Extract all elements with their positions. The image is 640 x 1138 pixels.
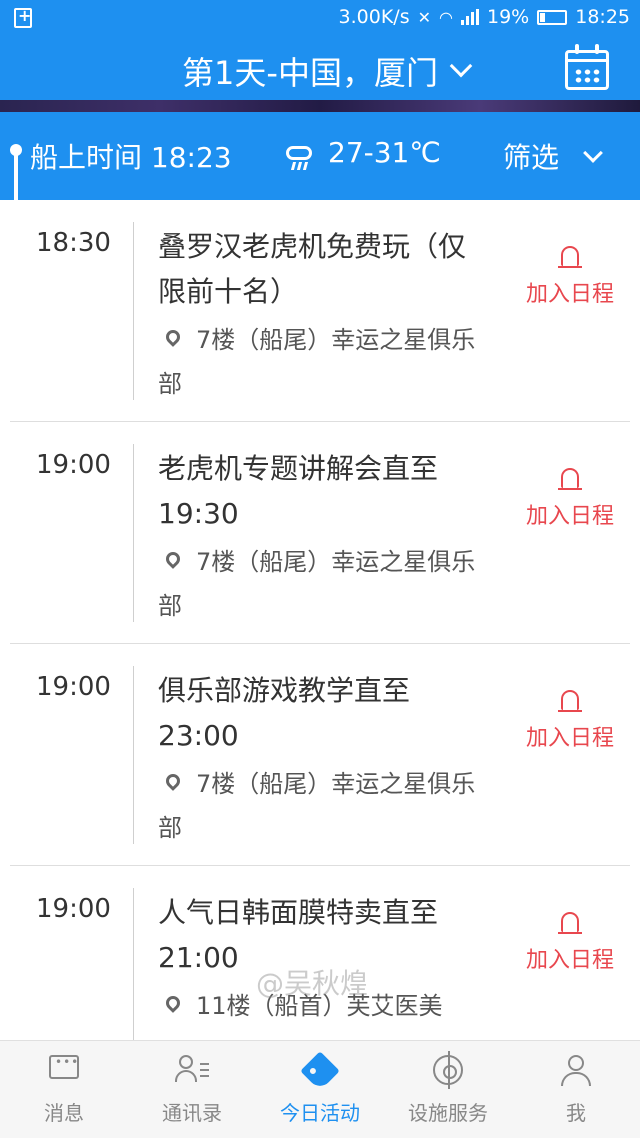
tab-contacts[interactable]: 通讯录 — [128, 1041, 256, 1138]
status-clock: 18:25 — [575, 6, 630, 28]
network-speed: 3.00K/s — [338, 6, 410, 28]
add-to-schedule-label: 加入日程 — [525, 504, 614, 529]
tab-today-activities[interactable]: 今日活动 — [256, 1041, 384, 1138]
tab-label: 今日活动 — [280, 1101, 360, 1125]
timeline-divider — [133, 666, 134, 844]
day-selector[interactable]: 第1天-中国，厦门 — [0, 48, 640, 94]
wifi-icon: ◠ — [439, 7, 453, 27]
tab-facilities[interactable]: 设施服务 — [384, 1041, 512, 1138]
page-title: 第1天-中国，厦门 — [182, 54, 438, 92]
sim-add-icon — [14, 6, 32, 28]
list-item[interactable]: 19:00 老虎机专题讲解会直至19:30 7楼（船尾）幸运之星俱乐部 加入日程 — [0, 422, 640, 644]
status-right: 3.00K/s ✕ ◠ 19% 18:25 — [339, 6, 630, 28]
event-title: 老虎机专题讲解会直至19:30 — [158, 452, 439, 530]
event-title: 俱乐部游戏教学直至23:00 — [158, 674, 411, 752]
info-bar: 船上时间 18:23 27-31℃ 筛选 — [0, 112, 640, 200]
bell-icon — [558, 246, 582, 268]
add-to-schedule-label: 加入日程 — [525, 948, 614, 973]
bell-icon — [558, 690, 582, 712]
tag-icon — [300, 1051, 340, 1091]
timeline-pin-icon — [10, 144, 22, 200]
event-title: 叠罗汉老虎机免费玩（仅限前十名） — [158, 230, 467, 308]
mute-icon: ✕ — [417, 7, 432, 27]
status-bar: 3.00K/s ✕ ◠ 19% 18:25 — [0, 0, 640, 36]
list-item[interactable]: 19:00 人气日韩面膜特卖直至21:00 11楼（船首）芙艾医美 加入日程 — [0, 866, 640, 1040]
event-location: 7楼（船尾）幸运之星俱乐部 — [158, 548, 476, 620]
signal-icon — [461, 9, 479, 25]
activity-list[interactable]: 18:30 叠罗汉老虎机免费玩（仅限前十名） 7楼（船尾）幸运之星俱乐部 加入日… — [0, 200, 640, 1040]
filter-button[interactable]: 筛选 — [503, 136, 559, 176]
rain-cloud-icon — [284, 142, 314, 170]
message-icon — [49, 1055, 79, 1079]
add-to-schedule-label: 加入日程 — [525, 282, 614, 307]
ship-time: 船上时间 18:23 — [30, 141, 232, 174]
tab-label: 通讯录 — [162, 1101, 222, 1125]
watermark: @吴秋煌 — [256, 967, 369, 1000]
event-time: 18:30 — [36, 228, 111, 258]
tab-label: 消息 — [44, 1101, 84, 1125]
timeline-divider — [133, 888, 134, 1040]
event-location: 7楼（船尾）幸运之星俱乐部 — [158, 770, 476, 842]
list-item[interactable]: 18:30 叠罗汉老虎机免费玩（仅限前十名） 7楼（船尾）幸运之星俱乐部 加入日… — [0, 200, 640, 422]
bottom-tab-bar: 消息 通讯录 今日活动 设施服务 我 — [0, 1040, 640, 1138]
helm-wheel-icon — [433, 1051, 463, 1089]
contacts-icon — [175, 1055, 209, 1085]
battery-percent: 19% — [487, 6, 530, 28]
list-item[interactable]: 19:00 俱乐部游戏教学直至23:00 7楼（船尾）幸运之星俱乐部 加入日程 — [0, 644, 640, 866]
add-to-schedule-button[interactable]: 加入日程 — [520, 468, 620, 538]
user-icon — [561, 1055, 591, 1087]
filter-chevron-icon[interactable] — [583, 143, 603, 163]
bell-icon — [558, 912, 582, 934]
bell-icon — [558, 468, 582, 490]
banner-strip — [0, 100, 640, 112]
tab-label: 我 — [566, 1101, 586, 1125]
add-to-schedule-button[interactable]: 加入日程 — [520, 246, 620, 316]
event-time: 19:00 — [36, 672, 111, 702]
tab-label: 设施服务 — [408, 1101, 488, 1125]
temperature: 27-31℃ — [328, 136, 441, 169]
tab-messages[interactable]: 消息 — [0, 1041, 128, 1138]
event-location: 7楼（船尾）幸运之星俱乐部 — [158, 326, 476, 398]
tab-me[interactable]: 我 — [512, 1041, 640, 1138]
add-to-schedule-button[interactable]: 加入日程 — [520, 912, 620, 982]
calendar-icon[interactable] — [565, 44, 609, 90]
add-to-schedule-button[interactable]: 加入日程 — [520, 690, 620, 760]
event-time: 19:00 — [36, 894, 111, 924]
timeline-divider — [133, 444, 134, 622]
battery-icon — [537, 9, 568, 25]
event-time: 19:00 — [36, 450, 111, 480]
add-to-schedule-label: 加入日程 — [525, 726, 614, 751]
top-header: 第1天-中国，厦门 — [0, 36, 640, 100]
timeline-divider — [133, 222, 134, 400]
